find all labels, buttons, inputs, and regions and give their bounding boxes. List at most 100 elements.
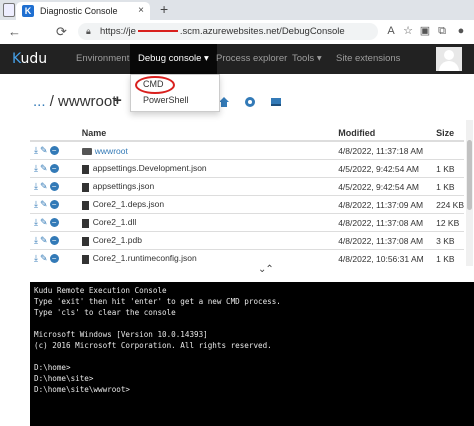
read-aloud-icon[interactable]: A	[385, 25, 397, 37]
add-item-button[interactable]: +	[113, 92, 122, 109]
kudu-navbar: Kudu Environment Debug console ▾ Process…	[0, 44, 474, 74]
delete-icon[interactable]: −	[49, 182, 59, 192]
breadcrumb-parent-link[interactable]: ...	[33, 93, 46, 110]
download-icon[interactable]: ⤓	[34, 199, 38, 210]
kudu-favicon-icon: K	[22, 5, 34, 17]
delete-icon[interactable]: −	[49, 218, 59, 228]
table-row: ⤓ ✎ − Core2_1.pdb 4/8/2022, 11:37:08 AM 3 …	[30, 231, 464, 250]
kudu-console[interactable]: Kudu Remote Execution Console Type 'exit…	[30, 282, 474, 426]
profile-icon[interactable]: ●	[455, 25, 467, 37]
row-name[interactable]: Core2_1.runtimeconfig.json	[77, 249, 335, 267]
row-actions: ⤓ ✎ −	[30, 140, 78, 160]
edit-icon[interactable]: ✎	[40, 163, 48, 174]
breadcrumb-current: wwwroot	[58, 93, 117, 110]
edit-icon[interactable]: ✎	[40, 235, 48, 246]
row-name[interactable]: appsettings.json	[77, 177, 335, 196]
extensions-icon[interactable]: ⧉	[436, 25, 448, 37]
nav-tools[interactable]: Tools ▾	[292, 53, 322, 64]
star-icon[interactable]: ☆	[402, 25, 414, 37]
row-name[interactable]: Core2_1.pdb	[77, 231, 335, 250]
avatar-body	[439, 61, 459, 71]
tab-close-icon[interactable]: ×	[138, 5, 144, 16]
tab-title: Diagnostic Console	[40, 6, 118, 16]
delete-icon[interactable]: −	[49, 236, 59, 246]
dropdown-option-powershell[interactable]: PowerShell	[143, 95, 189, 105]
row-size: 1 KB	[432, 249, 464, 267]
row-actions: ⤓ ✎ −	[30, 159, 78, 178]
globe-icon[interactable]	[244, 96, 256, 108]
row-name[interactable]: Core2_1.dll	[77, 213, 335, 232]
file-table: Name Modified Size ⤓ ✎ − wwwroot 4/8/2022,…	[30, 126, 464, 267]
edit-icon[interactable]: ✎	[40, 217, 48, 228]
lock-icon: 🔒︎	[86, 26, 91, 36]
redaction-mark	[137, 30, 178, 33]
breadcrumb-separator: /	[49, 93, 54, 110]
table-header-row: Name Modified Size	[30, 126, 464, 142]
url-text: .scm.azurewebsites.net/DebugConsole	[179, 26, 345, 37]
delete-icon[interactable]: −	[49, 200, 59, 210]
row-size: 3 KB	[432, 231, 464, 250]
download-icon[interactable]: ⤓	[34, 235, 38, 246]
address-bar-row: ← ⟳ 🔒︎ https://je .scm.azurewebsites.net/…	[0, 20, 474, 45]
delete-icon[interactable]: −	[49, 164, 59, 174]
delete-icon[interactable]: −	[49, 146, 59, 156]
row-name[interactable]: appsettings.Development.json	[77, 159, 335, 178]
file-icon	[81, 218, 89, 228]
drive-icon[interactable]	[270, 96, 282, 108]
console-line: D:\home\site>	[34, 374, 94, 383]
header-name[interactable]: Name	[77, 126, 335, 142]
table-row: ⤓ ✎ − Core2_1.deps.json 4/8/2022, 11:37:09…	[30, 195, 464, 214]
url-field[interactable]: 🔒︎ https://je .scm.azurewebsites.net/Debu…	[78, 23, 378, 40]
download-icon[interactable]: ⤓	[34, 145, 38, 156]
new-tab-button[interactable]: +	[160, 1, 168, 17]
scrollbar-thumb[interactable]	[467, 140, 472, 210]
row-size: 1 KB	[432, 159, 464, 178]
pane-resize-handle[interactable]: ⌄⌃	[258, 264, 274, 275]
folder-icon	[81, 147, 92, 155]
download-icon[interactable]: ⤓	[34, 217, 38, 228]
row-size: 1 KB	[432, 177, 464, 196]
back-icon[interactable]: ←	[8, 24, 21, 39]
edit-icon[interactable]: ✎	[40, 145, 48, 156]
row-modified: 4/5/2022, 9:42:54 AM	[334, 177, 433, 196]
delete-icon[interactable]: −	[49, 254, 59, 264]
table-row: ⤓ ✎ − Core2_1.dll 4/8/2022, 11:37:08 AM 12…	[30, 213, 464, 232]
file-icon	[81, 200, 89, 210]
header-size[interactable]: Size	[432, 126, 464, 142]
debug-console-dropdown: CMD PowerShell	[130, 74, 220, 112]
avatar-head	[444, 50, 454, 60]
download-icon[interactable]: ⤓	[34, 181, 38, 192]
refresh-icon[interactable]: ⟳	[56, 24, 67, 40]
download-icon[interactable]: ⤓	[34, 163, 38, 174]
file-icon	[81, 254, 89, 264]
user-avatar[interactable]	[436, 47, 462, 71]
collections-icon[interactable]: ▣	[419, 25, 431, 37]
row-modified: 4/8/2022, 10:56:31 AM	[334, 249, 433, 267]
edit-icon[interactable]: ✎	[40, 181, 48, 192]
page-scrollbar[interactable]	[466, 120, 473, 266]
row-size: 12 KB	[432, 213, 464, 232]
edit-icon[interactable]: ✎	[40, 199, 48, 210]
breadcrumb: ... / wwwroot	[33, 93, 116, 110]
console-line: Type 'exit' then hit 'enter' to get a ne…	[34, 297, 281, 306]
kudu-logo[interactable]: Kudu	[12, 51, 47, 67]
dropdown-option-cmd[interactable]: CMD	[143, 79, 164, 89]
row-name[interactable]: wwwroot	[77, 140, 335, 160]
header-modified[interactable]: Modified	[334, 126, 433, 142]
file-icon	[81, 164, 89, 174]
nav-environment[interactable]: Environment	[76, 53, 129, 64]
row-modified: 4/8/2022, 11:37:08 AM	[334, 213, 433, 232]
edit-icon[interactable]: ✎	[40, 253, 48, 264]
row-actions: ⤓ ✎ −	[30, 231, 78, 250]
table-row: ⤓ ✎ − wwwroot 4/8/2022, 11:37:18 AM	[30, 140, 464, 160]
row-size: 224 KB	[432, 195, 464, 214]
nav-site-extensions[interactable]: Site extensions	[336, 53, 400, 64]
nav-debug-console[interactable]: Debug console ▾	[130, 44, 217, 74]
row-name[interactable]: Core2_1.deps.json	[77, 195, 335, 214]
browser-tab[interactable]: K Diagnostic Console ×	[16, 2, 150, 20]
console-line: D:\home>	[34, 363, 71, 372]
download-icon[interactable]: ⤓	[34, 253, 38, 264]
nav-process-explorer[interactable]: Process explorer	[216, 53, 287, 64]
tab-actions-icon[interactable]	[3, 3, 15, 17]
row-size	[432, 140, 464, 160]
